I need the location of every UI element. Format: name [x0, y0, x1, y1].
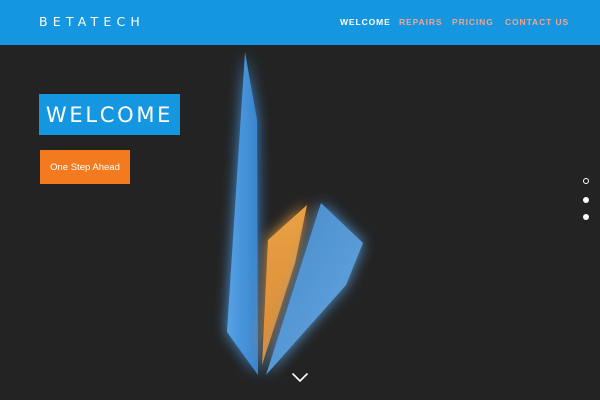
slide-indicator-3[interactable]: [583, 214, 589, 220]
betatech-logo-art: [227, 52, 363, 375]
logo-blue-pillar-shape: [227, 52, 258, 375]
nav-link-repairs[interactable]: REPAIRS: [399, 17, 442, 27]
hero-title: WELCOME: [45, 102, 174, 127]
slide-indicator-2[interactable]: [583, 197, 589, 203]
chevron-down-icon[interactable]: [290, 370, 310, 384]
brand-logo-text[interactable]: BETATECH: [39, 14, 145, 29]
nav-link-welcome[interactable]: WELCOME: [340, 17, 391, 27]
slide-indicators: [580, 176, 592, 226]
slide-indicator-1[interactable]: [583, 178, 589, 184]
nav-link-pricing[interactable]: PRICING: [452, 17, 494, 27]
welcome-title-box: WELCOME: [39, 94, 180, 135]
one-step-ahead-button[interactable]: One Step Ahead: [40, 150, 130, 184]
cta-label: One Step Ahead: [50, 161, 120, 173]
nav-link-contact-us[interactable]: CONTACT US: [505, 17, 569, 27]
